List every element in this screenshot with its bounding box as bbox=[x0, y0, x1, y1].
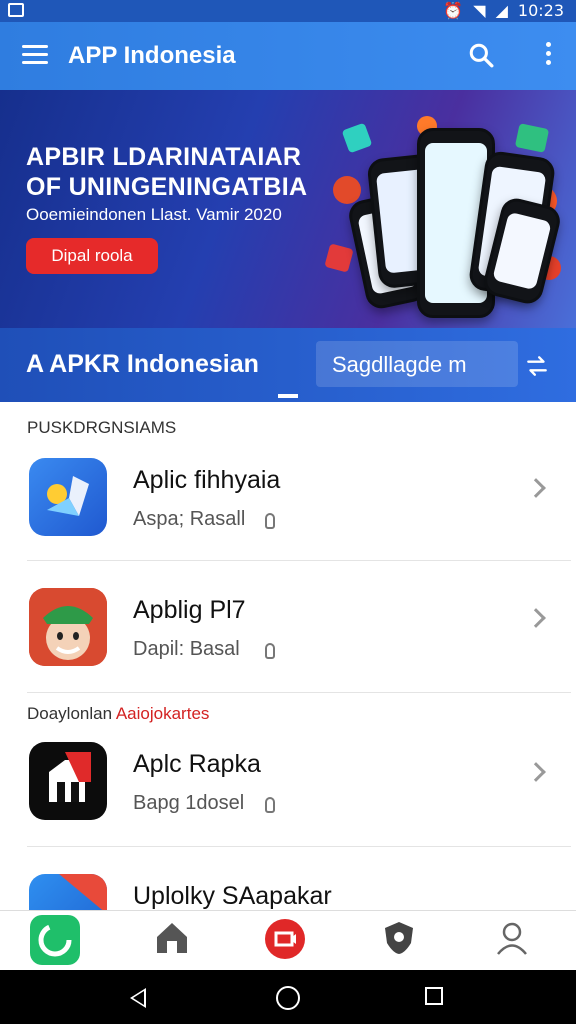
app-bar: APP Indonesia bbox=[0, 22, 576, 90]
location-icon bbox=[265, 513, 275, 529]
more-options-icon[interactable] bbox=[544, 42, 552, 68]
signal-icon: ◢ bbox=[495, 1, 508, 20]
video-icon[interactable] bbox=[265, 919, 305, 959]
status-bar: ⏰ ◥ ◢ 10:23 bbox=[0, 0, 576, 22]
chevron-right-icon[interactable] bbox=[526, 608, 546, 628]
app-icon bbox=[29, 742, 107, 820]
section-header: Doaylonlan Aaiojokartes bbox=[27, 704, 210, 723]
recent-apps-icon[interactable] bbox=[425, 987, 443, 1005]
home-icon[interactable] bbox=[153, 919, 191, 957]
category-title: A APKR Indonesian bbox=[26, 350, 259, 378]
app-icon bbox=[29, 588, 107, 666]
banner-headline: APBIR LDARINATAIAR OF UNINGENINGATBIA bbox=[26, 143, 308, 201]
app-name: Apblig Pl7 bbox=[133, 596, 246, 624]
list-item[interactable]: Aplic fihhyaia Aspa; Rasall bbox=[27, 446, 571, 574]
notification-icon bbox=[8, 3, 24, 17]
tab-selected[interactable]: Sagdllagde m bbox=[332, 352, 467, 378]
tab-indicator bbox=[278, 394, 298, 398]
system-navigation-bar bbox=[0, 970, 576, 1024]
location-icon bbox=[265, 797, 275, 813]
wifi-icon: ◥ bbox=[473, 1, 486, 20]
app-meta: Aspa; Rasall bbox=[133, 508, 246, 530]
list-item[interactable]: Apblig Pl7 Dapil: Basal bbox=[27, 576, 571, 704]
time: 10:23 bbox=[517, 1, 564, 20]
shield-icon[interactable] bbox=[380, 919, 418, 957]
alarm-icon: ⏰ bbox=[443, 1, 464, 20]
app-list: PUSKDRGNSIAMS Aplic fihhyaia Aspa; Rasal… bbox=[5, 402, 571, 952]
app-name: Aplc Rapka bbox=[133, 750, 261, 778]
app-icon bbox=[29, 458, 107, 536]
divider bbox=[27, 692, 571, 693]
divider bbox=[27, 560, 571, 561]
refresh-icon[interactable] bbox=[524, 353, 550, 379]
menu-icon[interactable] bbox=[22, 45, 48, 65]
profile-icon[interactable] bbox=[493, 919, 531, 957]
banner-cta-button[interactable]: Dipal roola bbox=[26, 238, 158, 274]
promo-banner[interactable]: APBIR LDARINATAIAR OF UNINGENINGATBIA Oo… bbox=[0, 90, 576, 328]
page-title: APP Indonesia bbox=[68, 42, 236, 69]
floating-app-icon[interactable] bbox=[30, 915, 80, 965]
bottom-navigation bbox=[0, 910, 576, 970]
back-icon[interactable] bbox=[130, 988, 146, 1008]
location-icon bbox=[265, 643, 275, 659]
search-icon[interactable] bbox=[468, 42, 494, 68]
app-name: Aplic fihhyaia bbox=[133, 466, 281, 494]
chevron-right-icon[interactable] bbox=[526, 478, 546, 498]
divider bbox=[27, 846, 571, 847]
category-bar: A APKR Indonesian Sagdllagde m bbox=[0, 328, 576, 402]
home-button-icon[interactable] bbox=[276, 986, 300, 1010]
list-item[interactable]: Aplc Rapka Bapg 1dosel bbox=[27, 730, 571, 858]
banner-subtitle: Ooemieindonen Llast. Vamir 2020 bbox=[26, 205, 282, 224]
app-meta: Dapil: Basal bbox=[133, 638, 240, 660]
app-name: Uplolky SAapakar bbox=[133, 882, 332, 910]
phones-illustration bbox=[324, 116, 564, 318]
app-meta: Bapg 1dosel bbox=[133, 792, 245, 814]
chevron-right-icon[interactable] bbox=[526, 762, 546, 782]
section-header: PUSKDRGNSIAMS bbox=[27, 418, 177, 437]
